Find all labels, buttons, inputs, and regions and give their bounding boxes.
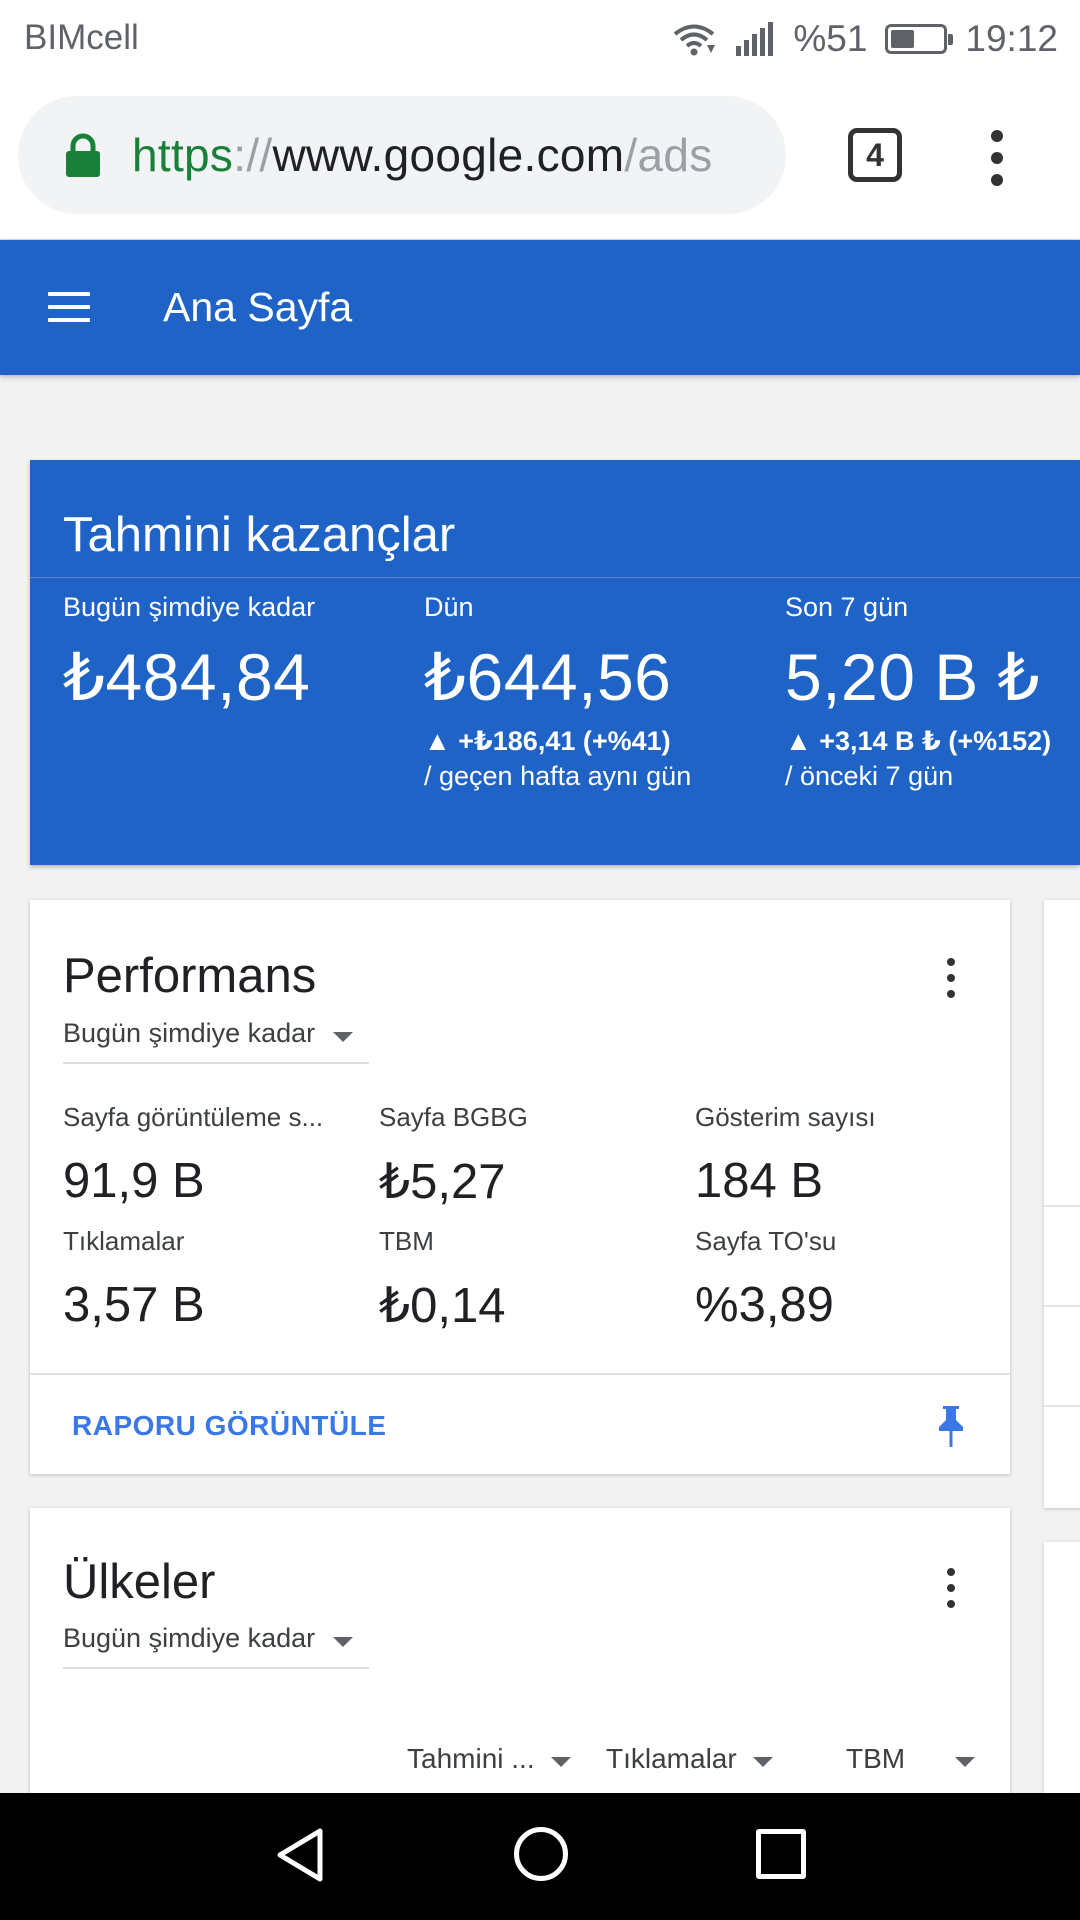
- more-vert-icon[interactable]: [986, 130, 1008, 186]
- next-card-peek: [1044, 900, 1080, 1508]
- metric-value: %3,89: [695, 1278, 834, 1332]
- earnings-label: Son 7 gün: [785, 592, 909, 622]
- card-divider: [30, 1373, 1010, 1375]
- metric-page-rpm: Sayfa BGBG ₺5,27: [379, 1102, 528, 1210]
- card-title: Ülkeler: [63, 1555, 216, 1609]
- home-icon[interactable]: [514, 1827, 568, 1881]
- status-bar: BIMcell %51 19:12: [0, 0, 1080, 78]
- battery-percent: %51: [793, 18, 868, 59]
- page-title: Ana Sayfa: [163, 284, 353, 330]
- chevron-down-icon[interactable]: [551, 1757, 571, 1767]
- metric-value: 91,9 B: [63, 1154, 205, 1208]
- earnings-comparison: / önceki 7 gün: [785, 761, 954, 791]
- earnings-title: Tahmini kazançlar: [63, 508, 456, 562]
- earnings-comparison: / geçen hafta aynı gün: [424, 761, 692, 791]
- pin-icon[interactable]: [936, 1404, 966, 1448]
- url-text: https://www.google.com/ads: [132, 128, 713, 182]
- card-title: Performans: [63, 949, 317, 1003]
- metric-label: Sayfa görüntüleme s...: [63, 1102, 324, 1132]
- metric-cpc: TBM ₺0,14: [379, 1226, 506, 1334]
- column-header-cpc[interactable]: TBM: [846, 1743, 905, 1775]
- next-card-peek: [1044, 1542, 1080, 1793]
- earnings-today: Bugün şimdiye kadar ₺484,84: [63, 592, 315, 716]
- chevron-down-icon[interactable]: [753, 1757, 773, 1767]
- app-bar: Ana Sayfa: [0, 240, 1080, 375]
- chevron-down-icon: [333, 1637, 353, 1647]
- battery-level: [891, 30, 914, 48]
- estimated-earnings-card[interactable]: Tahmini kazançlar Bugün şimdiye kadar ₺4…: [30, 460, 1080, 865]
- earnings-divider: [30, 577, 1080, 578]
- metric-label: TBM: [379, 1226, 434, 1256]
- back-icon[interactable]: [276, 1827, 324, 1883]
- metric-impressions: Gösterim sayısı 184 B: [695, 1102, 876, 1209]
- date-range-dropdown[interactable]: Bugün şimdiye kadar: [63, 1617, 369, 1669]
- url-scheme: https: [132, 129, 234, 181]
- earnings-value: ₺484,84: [63, 640, 311, 714]
- url-path: /ads: [624, 129, 713, 181]
- address-bar[interactable]: https://www.google.com/ads: [18, 96, 786, 214]
- metric-value: 184 B: [695, 1154, 824, 1208]
- chevron-down-icon: [333, 1032, 353, 1042]
- earnings-value: ₺644,56: [424, 640, 672, 714]
- signal-icon: [736, 22, 774, 56]
- carrier-name: BIMcell: [24, 18, 139, 57]
- url-separator: ://: [233, 129, 273, 181]
- countries-card: Ülkeler Bugün şimdiye kadar Tahmini ... …: [30, 1508, 1010, 1808]
- metric-page-views: Sayfa görüntüleme s... 91,9 B: [63, 1102, 323, 1209]
- system-nav-bar: [0, 1793, 1080, 1920]
- battery-icon: [885, 24, 954, 54]
- metric-label: Gösterim sayısı: [695, 1102, 876, 1132]
- earnings-yesterday: Dün ₺644,56 ▲ +₺186,41 (+%41) / geçen ha…: [424, 592, 691, 792]
- column-header-earnings[interactable]: Tahmini ...: [407, 1743, 535, 1775]
- earnings-change: ▲ +₺186,41 (+%41): [424, 726, 671, 756]
- tabs-button[interactable]: 4: [848, 128, 902, 182]
- metric-label: Tıklamalar: [63, 1226, 185, 1256]
- url-host: www.google.com: [272, 129, 625, 181]
- column-header-clicks[interactable]: Tıklamalar: [606, 1743, 737, 1775]
- metric-value: ₺0,14: [379, 1279, 506, 1333]
- metric-page-ctr: Sayfa TO'su %3,89: [695, 1226, 836, 1333]
- lock-icon: [66, 133, 100, 177]
- tab-count: 4: [866, 136, 884, 173]
- chevron-down-icon[interactable]: [955, 1757, 975, 1767]
- earnings-value: 5,20 B ₺: [785, 640, 1041, 714]
- view-report-button[interactable]: RAPORU GÖRÜNTÜLE: [72, 1410, 386, 1442]
- more-vert-icon[interactable]: [944, 1568, 958, 1608]
- browser-toolbar: https://www.google.com/ads 4: [0, 78, 1080, 240]
- menu-icon[interactable]: [48, 292, 90, 322]
- earnings-label: Bugün şimdiye kadar: [63, 592, 316, 622]
- metric-label: Sayfa TO'su: [695, 1226, 837, 1256]
- metric-clicks: Tıklamalar 3,57 B: [63, 1226, 205, 1333]
- clock: 19:12: [965, 18, 1058, 59]
- recents-icon[interactable]: [756, 1829, 806, 1879]
- status-icons: %51 19:12: [653, 14, 1058, 64]
- metric-value: ₺5,27: [379, 1155, 506, 1209]
- earnings-label: Dün: [424, 592, 474, 622]
- date-range-dropdown[interactable]: Bugün şimdiye kadar: [63, 1012, 369, 1064]
- wifi-icon: [674, 24, 716, 56]
- more-vert-icon[interactable]: [944, 958, 958, 998]
- metric-label: Sayfa BGBG: [379, 1102, 528, 1132]
- date-range-label: Bugün şimdiye kadar: [63, 1018, 316, 1048]
- date-range-label: Bugün şimdiye kadar: [63, 1623, 316, 1653]
- performance-card: Performans Bugün şimdiye kadar Sayfa gör…: [30, 900, 1010, 1474]
- earnings-change: ▲ +3,14 B ₺ (+%152): [785, 726, 1052, 756]
- earnings-last-7-days: Son 7 gün 5,20 B ₺ ▲ +3,14 B ₺ (+%152) /…: [785, 592, 1051, 792]
- metric-value: 3,57 B: [63, 1278, 205, 1332]
